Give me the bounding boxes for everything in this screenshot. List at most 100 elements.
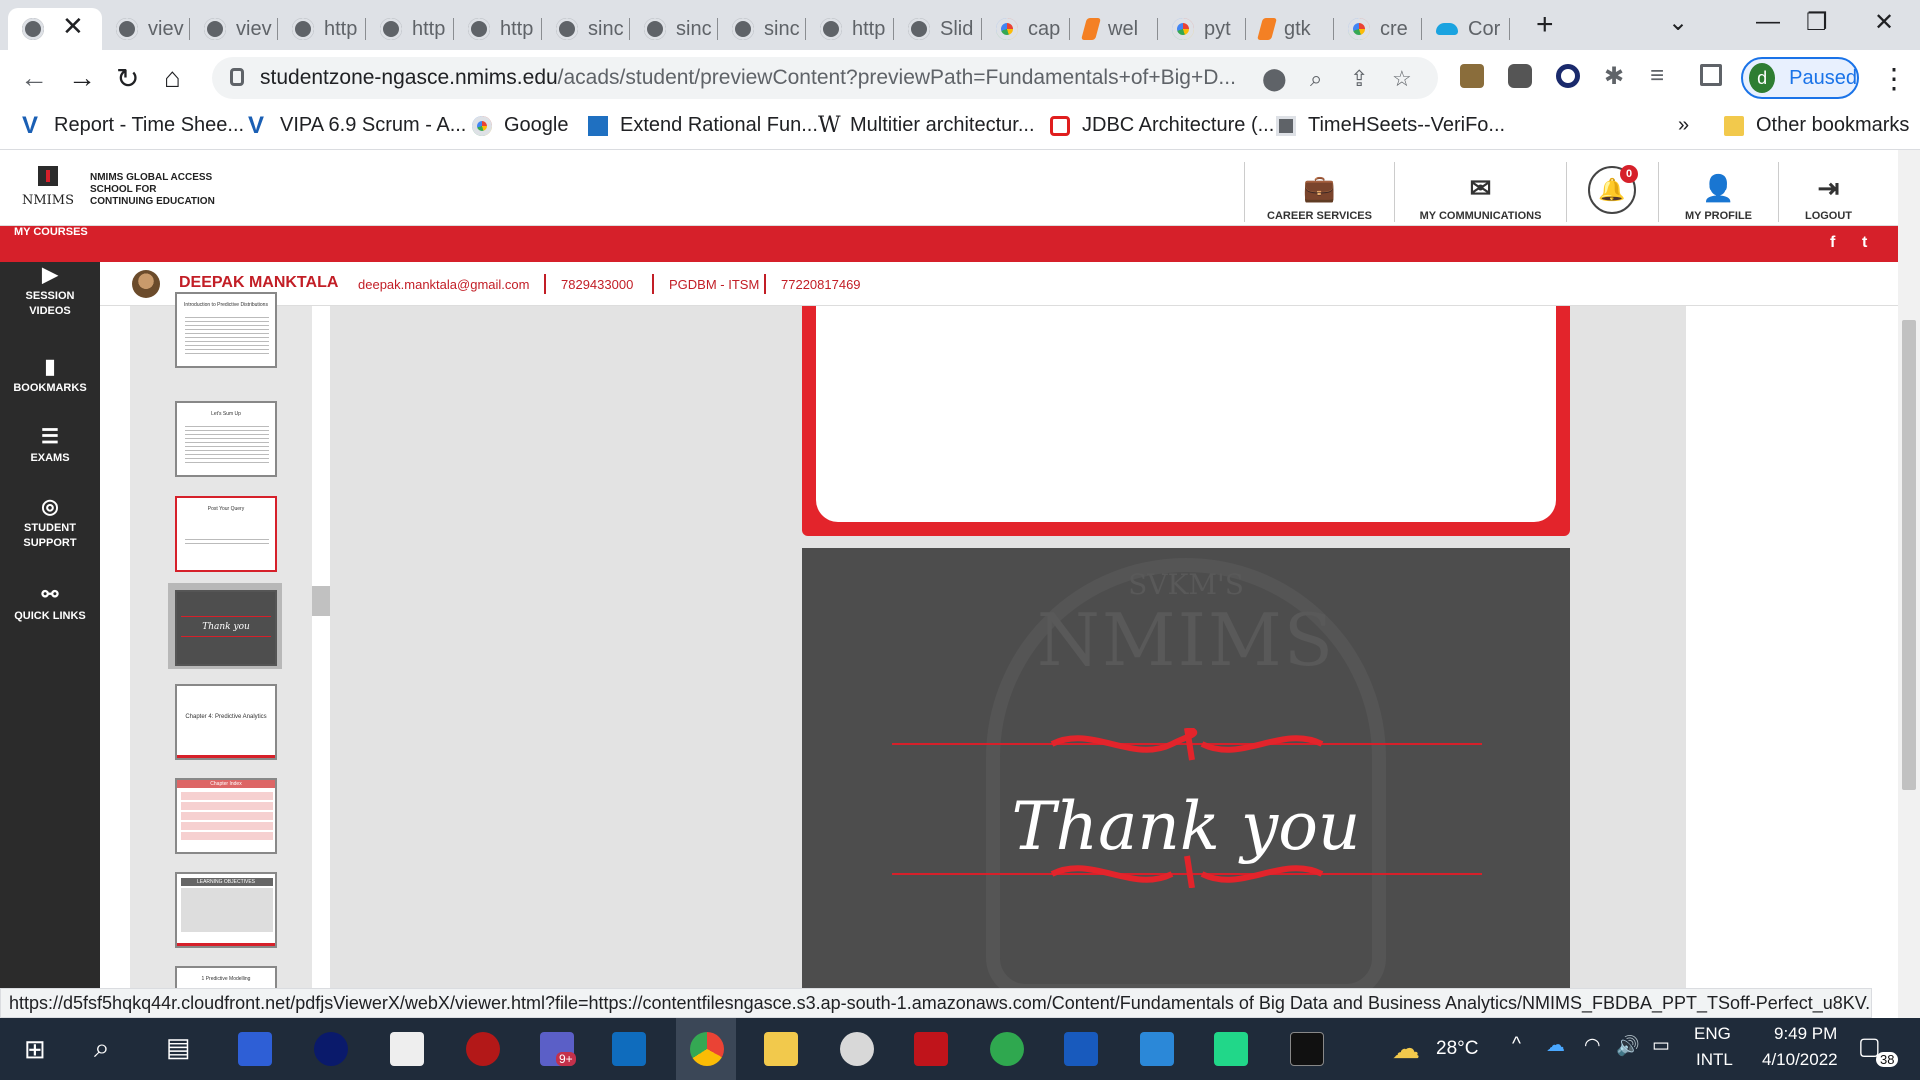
slide-thumbnail[interactable]: Let's Sum Up	[175, 401, 277, 477]
new-tab-button[interactable]: +	[1536, 8, 1554, 42]
menu-kebab-icon[interactable]: ⋮	[1880, 62, 1908, 95]
sidebar-item-student-support[interactable]: ◎ STUDENT SUPPORT	[0, 497, 100, 551]
slide-thumbnail[interactable]: Chapter Index	[175, 778, 277, 854]
thumbnail-scrollbar[interactable]	[312, 586, 330, 616]
career-services-link[interactable]: 💼 CAREER SERVICES	[1244, 162, 1394, 222]
home-icon[interactable]: ⌂	[164, 62, 181, 94]
lang-primary[interactable]: ENG	[1694, 1024, 1731, 1044]
facebook-icon[interactable]: f	[1830, 234, 1835, 252]
tab-active[interactable]	[8, 8, 102, 50]
extension-icon[interactable]	[1556, 64, 1580, 88]
media-queue-icon[interactable]: ≡	[1650, 62, 1664, 90]
my-communications-link[interactable]: ✉ MY COMMUNICATIONS	[1394, 162, 1566, 222]
browser-tab[interactable]: pyt	[1158, 8, 1246, 50]
app-icon[interactable]	[314, 1032, 348, 1066]
temperature[interactable]: 28°C	[1436, 1038, 1478, 1060]
browser-tab[interactable]: viev	[190, 8, 278, 50]
bookmark-item[interactable]: V VIPA 6.9 Scrum - A...	[248, 113, 466, 137]
slide-thumbnail[interactable]: Chapter 4: Predictive Analytics	[175, 684, 277, 760]
extensions-puzzle-icon[interactable]: ✱	[1604, 62, 1624, 91]
search-icon[interactable]: ⌕	[94, 1032, 110, 1065]
back-icon[interactable]: ←	[20, 62, 48, 94]
pycharm-icon[interactable]	[1214, 1032, 1248, 1066]
app-icon[interactable]	[390, 1032, 424, 1066]
battery-icon[interactable]: ▭	[1652, 1034, 1670, 1057]
onedrive-icon[interactable]: ☁	[1546, 1034, 1565, 1057]
minimize-icon[interactable]: —	[1756, 8, 1780, 36]
zoom-icon[interactable]: ⌕	[1310, 66, 1322, 92]
browser-tab[interactable]: sinc	[718, 8, 806, 50]
slide-thumbnail[interactable]: Introduction to Predictive Distributions	[175, 292, 277, 368]
word-icon[interactable]	[1064, 1032, 1098, 1066]
address-bar[interactable]: studentzone-ngasce.nmims.edu/acads/stude…	[212, 57, 1438, 99]
lang-secondary[interactable]: INTL	[1696, 1050, 1733, 1070]
sidebar-item-exams[interactable]: ☰ EXAMS	[0, 427, 100, 466]
sidebar-item-session-videos[interactable]: ▶ SESSION VIDEOS	[0, 265, 100, 319]
clock-time[interactable]: 9:49 PM	[1774, 1024, 1837, 1044]
photos-icon[interactable]	[1140, 1032, 1174, 1066]
extension-icon[interactable]	[1508, 64, 1532, 88]
browser-tab[interactable]: Cor	[1422, 8, 1510, 50]
browser-tab[interactable]: gtk	[1246, 8, 1334, 50]
clock-date[interactable]: 4/10/2022	[1762, 1050, 1838, 1070]
restore-icon[interactable]: ❐	[1806, 8, 1828, 37]
wifi-icon[interactable]: ◠	[1584, 1034, 1601, 1057]
bookmark-item[interactable]: Google	[472, 114, 569, 137]
my-profile-link[interactable]: 👤 MY PROFILE	[1658, 162, 1778, 222]
browser-tab[interactable]: http	[806, 8, 894, 50]
acrobat-icon[interactable]	[914, 1032, 948, 1066]
profile-button[interactable]: d Paused	[1741, 57, 1859, 99]
task-view-icon[interactable]: ▤	[166, 1032, 191, 1063]
browser-tab[interactable]: http	[454, 8, 542, 50]
browser-tab[interactable]: viev	[102, 8, 190, 50]
app-icon[interactable]	[840, 1032, 874, 1066]
volume-icon[interactable]: 🔊	[1616, 1034, 1640, 1058]
sidebar-item-quick-links[interactable]: ⚯ QUICK LINKS	[0, 585, 100, 624]
my-courses-link[interactable]: MY COURSES	[14, 226, 88, 238]
bookmark-item[interactable]: W Multitier architectur...	[818, 114, 1035, 137]
app-icon[interactable]	[466, 1032, 500, 1066]
address-url[interactable]: studentzone-ngasce.nmims.edu/acads/stude…	[260, 66, 1236, 90]
logout-link[interactable]: ⇥ LOGOUT	[1778, 162, 1878, 222]
slide-thumbnail[interactable]: Post Your Query	[175, 496, 277, 572]
tray-chevron-icon[interactable]: ^	[1512, 1034, 1521, 1056]
chrome-icon[interactable]	[690, 1032, 724, 1066]
page-scrollbar[interactable]	[1898, 150, 1920, 1018]
windows-start-icon[interactable]: ⊞	[24, 1034, 46, 1065]
extension-icon[interactable]	[1460, 64, 1484, 88]
share-icon[interactable]: ⇪	[1350, 66, 1368, 92]
browser-tab[interactable]: sinc	[542, 8, 630, 50]
bookmarks-overflow[interactable]: »	[1678, 114, 1689, 137]
slide-thumbnail[interactable]: LEARNING OBJECTIVES	[175, 872, 277, 948]
weather-icon[interactable]: ☁	[1392, 1032, 1420, 1065]
sidebar-item-bookmarks[interactable]: ▮ BOOKMARKS	[0, 357, 100, 396]
file-explorer-icon[interactable]	[764, 1032, 798, 1066]
bookmark-item[interactable]: TimeHSeets--VeriFo...	[1276, 114, 1505, 137]
bookmark-item[interactable]: JDBC Architecture (...	[1050, 114, 1274, 137]
app-icon[interactable]	[238, 1032, 272, 1066]
bookmark-item[interactable]: Extend Rational Fun...	[588, 114, 818, 137]
browser-tab[interactable]: http	[366, 8, 454, 50]
page-scrollbar-thumb[interactable]	[1902, 320, 1916, 790]
browser-tab[interactable]: wel	[1070, 8, 1158, 50]
outlook-icon[interactable]	[612, 1032, 646, 1066]
terminal-icon[interactable]	[1290, 1032, 1324, 1066]
other-bookmarks[interactable]: Other bookmarks	[1724, 114, 1909, 137]
side-panel-icon[interactable]	[1700, 64, 1722, 86]
reload-icon[interactable]: ↻	[116, 62, 139, 95]
browser-tab[interactable]: Slid	[894, 8, 982, 50]
browser-tab[interactable]: http	[278, 8, 366, 50]
forward-icon[interactable]: →	[68, 62, 96, 94]
close-window-icon[interactable]: ✕	[1874, 8, 1894, 37]
browser-tab[interactable]: sinc	[630, 8, 718, 50]
bookmark-item[interactable]: V Report - Time Shee...	[22, 113, 244, 137]
bookmark-star-icon[interactable]: ☆	[1392, 66, 1412, 92]
app-icon[interactable]	[990, 1032, 1024, 1066]
tab-search-icon[interactable]: ⌄	[1668, 8, 1688, 37]
browser-tab[interactable]: cap	[982, 8, 1070, 50]
slide-thumbnail-selected[interactable]: Thank you	[175, 590, 277, 666]
twitter-icon[interactable]: t	[1862, 234, 1867, 252]
close-tab-icon[interactable]: ✕	[62, 11, 84, 42]
location-icon[interactable]: ⬤	[1262, 66, 1287, 92]
nmims-logo[interactable]: NMIMS	[22, 164, 74, 216]
